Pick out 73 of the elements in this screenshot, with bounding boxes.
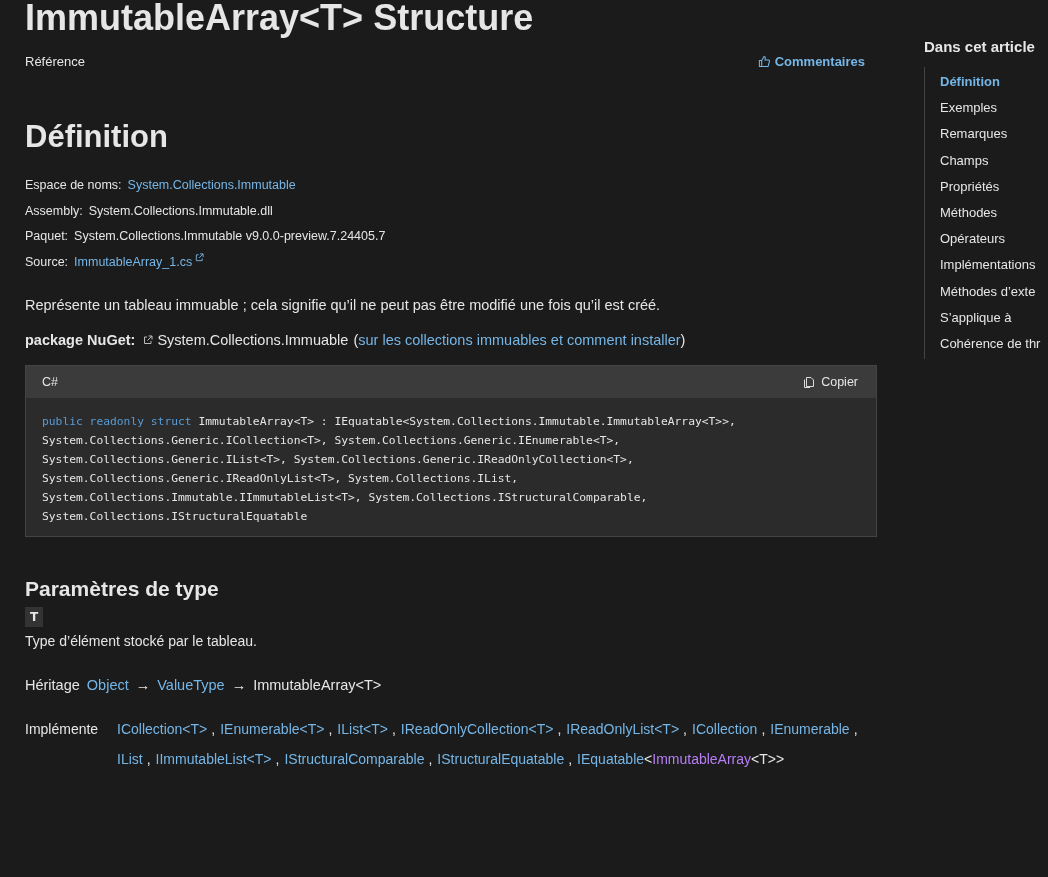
code-language: C# [42,375,58,389]
section-heading: Définition [25,119,169,155]
toc-link[interactable]: Exemples [940,95,1048,122]
type-link[interactable]: ImmutableArray [652,751,752,767]
parenthesis: ) [680,332,686,348]
arrow-glyph: → [135,677,151,693]
page-title: ImmutableArray<T> Structure [25,0,535,40]
parenthesis: ( [353,332,359,348]
toc-heading: Dans cet article [924,38,1036,55]
toc-link[interactable]: Méthodes d’exte [940,278,1048,305]
package-name: System.Collections.Immuable [157,332,349,348]
implements-label: Implémente [25,721,100,739]
code-text: public readonly struct ImmutableArray<T> : IEquatable<System.Collections.Immutable.ImmutableArray<T>>, System.Collections.Generic.ICollection<T>, System.Collections.Generic.IEnumerable<T>, System.Collections.Generic.IList<T>, System.Collections.Generic.IReadOnlyCollection<T>, System.Collections.Generic.IReadOnlyList<T>, System.Collections.IList, System.Collections.Immutable.IImmutableList<T>, System.Collections.IStructuralComparable, System.Collections.IStructuralEquatable [41,414,737,525]
fact-value: System.Collections.Immutable.dll [88,202,273,220]
interface-link[interactable]: IReadOnlyList<T> [566,721,680,737]
punctuation: , [211,721,216,737]
punctuation: , [568,751,573,767]
toc-link[interactable]: S’applique à [940,304,1048,332]
arrow-glyph: → [231,677,247,693]
external-link-icon [195,252,205,262]
type-parameter-name: T [25,607,44,627]
interface-link[interactable]: IStructuralComparable [284,751,425,767]
punctuation: , [146,751,151,767]
punctuation: , [761,721,766,737]
punctuation: <T>> [751,751,785,767]
interface-link[interactable]: IImmutableList<T> [155,751,272,767]
interface-link[interactable]: IStructuralEquatable [437,751,565,767]
punctuation: , [683,721,687,737]
toc-link[interactable]: Méthodes [940,200,1048,227]
toc-link[interactable]: Cohérence de thr [940,331,1048,358]
interface-link[interactable]: IEnumerable [770,721,850,737]
nuget-label: package NuGet: [25,332,136,348]
fact-label: Paquet: [25,228,69,245]
interface-link[interactable]: IEnumerable<T> [220,721,325,737]
fact-label: Espace de noms: [25,177,122,194]
external-link-icon [143,335,154,345]
reference-label: Référence [25,54,85,69]
punctuation: , [557,721,562,737]
toc-link[interactable]: Remarques [940,121,1048,148]
punctuation: , [391,721,396,737]
inheritance-label: Héritage [25,677,80,693]
interface-link[interactable]: IEquatable [577,751,645,767]
feedback-link[interactable]: Commentaires [757,54,865,69]
interface-link[interactable]: IList<T> [337,721,388,737]
interface-link[interactable]: IReadOnlyCollection<T> [400,721,554,737]
section-heading: Paramètres de type [25,577,220,601]
fact-label: Source: [25,253,69,271]
punctuation: < [644,751,653,767]
copy-button[interactable]: Copier [797,374,864,390]
toc-link[interactable]: Champs [940,147,1048,174]
source-link[interactable]: ImmutableArray_1.cs [74,249,205,275]
copy-icon [803,376,816,388]
toc-link[interactable]: Implémentations [940,252,1048,279]
punctuation: , [428,751,433,767]
type-link[interactable]: Object [86,677,129,693]
fact-value: System.Collections.Immutable v9.0.0-preview.7.24405.7 [74,228,386,245]
interface-link[interactable]: ICollection [692,721,758,737]
namespace-link[interactable]: System.Collections.Immutable [127,173,296,199]
punctuation: , [328,721,333,737]
type-link[interactable]: ValueType [157,677,225,693]
type-parameter-description: Type d’élément stocké par le tableau. [25,633,258,649]
punctuation: , [853,721,858,737]
type-name: ImmutableArray<T> [253,677,382,693]
fact-label: Assembly: [25,202,83,220]
install-link[interactable]: sur les collections immuables et comment installer [358,332,681,348]
summary-text: Représente un tableau immuable ; cela signifie qu’il ne peut pas être modifié une fois qu’il est créé. [25,297,662,313]
toc-link[interactable]: Propriétés [940,173,1048,200]
interface-link[interactable]: IList [117,751,143,767]
punctuation: , [275,751,280,767]
toc-link[interactable]: Définition [940,69,1048,96]
interface-link[interactable]: ICollection<T> [117,721,208,737]
thumbs-up-icon [757,55,771,68]
toc-link[interactable]: Opérateurs [940,226,1048,253]
